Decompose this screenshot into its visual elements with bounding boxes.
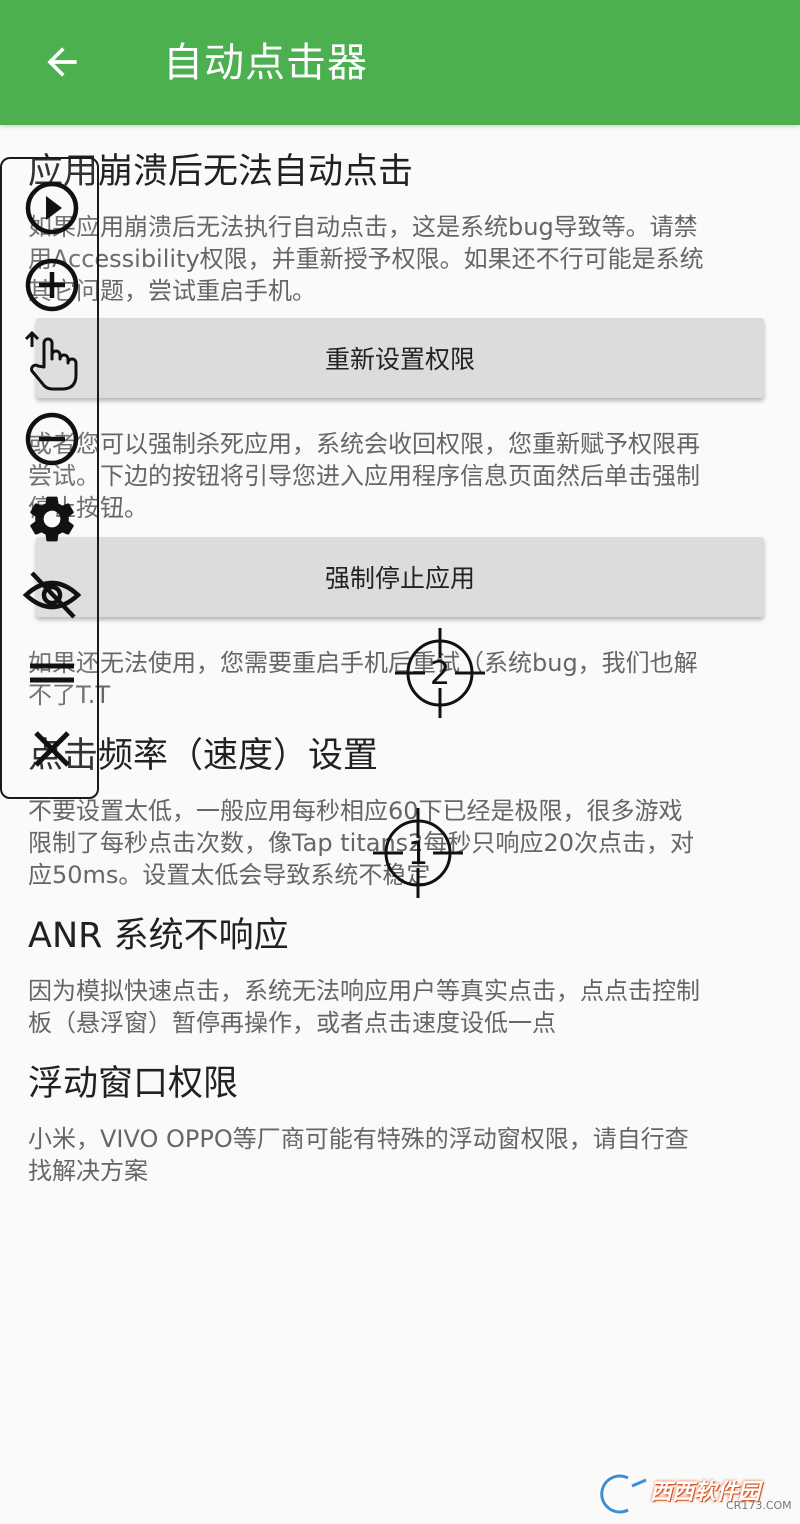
hide-button[interactable] — [20, 563, 84, 627]
reset-permission-button[interactable]: 重新设置权限 — [36, 318, 764, 398]
settings-gear-icon — [30, 496, 74, 542]
section-title-overlay: 浮动窗口权限 — [28, 1064, 239, 1104]
body-line: 用Accessibility权限，并重新授予权限。如果还不行可能是系统 — [28, 245, 704, 273]
add-target-button[interactable] — [20, 253, 84, 317]
target-number: 2 — [429, 654, 451, 692]
app-bar: 自动点击器 — [0, 0, 800, 125]
floating-control-panel[interactable] — [0, 157, 99, 799]
watermark-sub: CR173.COM — [726, 1499, 792, 1512]
start-button[interactable] — [20, 176, 84, 240]
body-line: 找解决方案 — [28, 1157, 148, 1185]
force-stop-button[interactable]: 强制停止应用 — [36, 537, 764, 617]
section-body-anr: 因为模拟快速点击，系统无法响应用户等真实点击，点点击控制 板（悬浮窗）暂停再操作… — [28, 975, 780, 1039]
menu-drag-icon — [30, 663, 74, 683]
target-number: 1 — [407, 834, 429, 872]
section-body-crash: 如果应用崩溃后无法执行自动点击，这是系统bug导致等。请禁 用Accessibi… — [28, 211, 780, 307]
body-line: 小米，VIVO OPPO等厂商可能有特殊的浮动窗权限，请自行查 — [28, 1125, 689, 1153]
section-body-kill: 或者您可以强制杀死应用，系统会收回权限，您重新赋予权限再 尝试。下边的按钮将引导… — [28, 428, 780, 524]
close-icon — [34, 731, 70, 767]
page-title: 自动点击器 — [163, 40, 368, 86]
arrow-back-icon — [47, 47, 77, 77]
settings-button[interactable] — [20, 487, 84, 551]
remove-circle-icon — [25, 412, 79, 466]
watermark: 西西软件园 CR173.COM — [598, 1472, 792, 1516]
add-swipe-button[interactable] — [20, 329, 84, 393]
body-line: 或者您可以强制杀死应用，系统会收回权限，您重新赋予权限再 — [28, 430, 700, 458]
section-body-overlay: 小米，VIVO OPPO等厂商可能有特殊的浮动窗权限，请自行查 找解决方案 — [28, 1123, 780, 1187]
add-circle-icon — [25, 258, 79, 312]
section-title-anr: ANR 系统不响应 — [28, 916, 289, 956]
eye-off-icon — [22, 571, 82, 619]
back-button[interactable] — [30, 30, 94, 94]
body-line: 因为模拟快速点击，系统无法响应用户等真实点击，点点击控制 — [28, 977, 700, 1005]
click-target-2[interactable]: 2 — [395, 628, 485, 718]
body-line: 板（悬浮窗）暂停再操作，或者点击速度设低一点 — [28, 1009, 556, 1037]
body-line: 尝试。下边的按钮将引导您进入应用程序信息页面然后单击强制 — [28, 462, 700, 490]
click-target-1[interactable]: 1 — [373, 808, 463, 898]
watermark-logo-icon — [598, 1472, 647, 1516]
drag-handle[interactable] — [20, 641, 84, 705]
swipe-gesture-icon — [24, 330, 78, 391]
body-line: 停止按钮。 — [28, 494, 148, 522]
body-line: 如果应用崩溃后无法执行自动点击，这是系统bug导致等。请禁 — [28, 213, 698, 241]
play-icon — [25, 181, 79, 235]
close-button[interactable] — [20, 717, 84, 781]
remove-target-button[interactable] — [20, 407, 84, 471]
body-line: 其它问题，尝试重启手机。 — [28, 277, 316, 305]
